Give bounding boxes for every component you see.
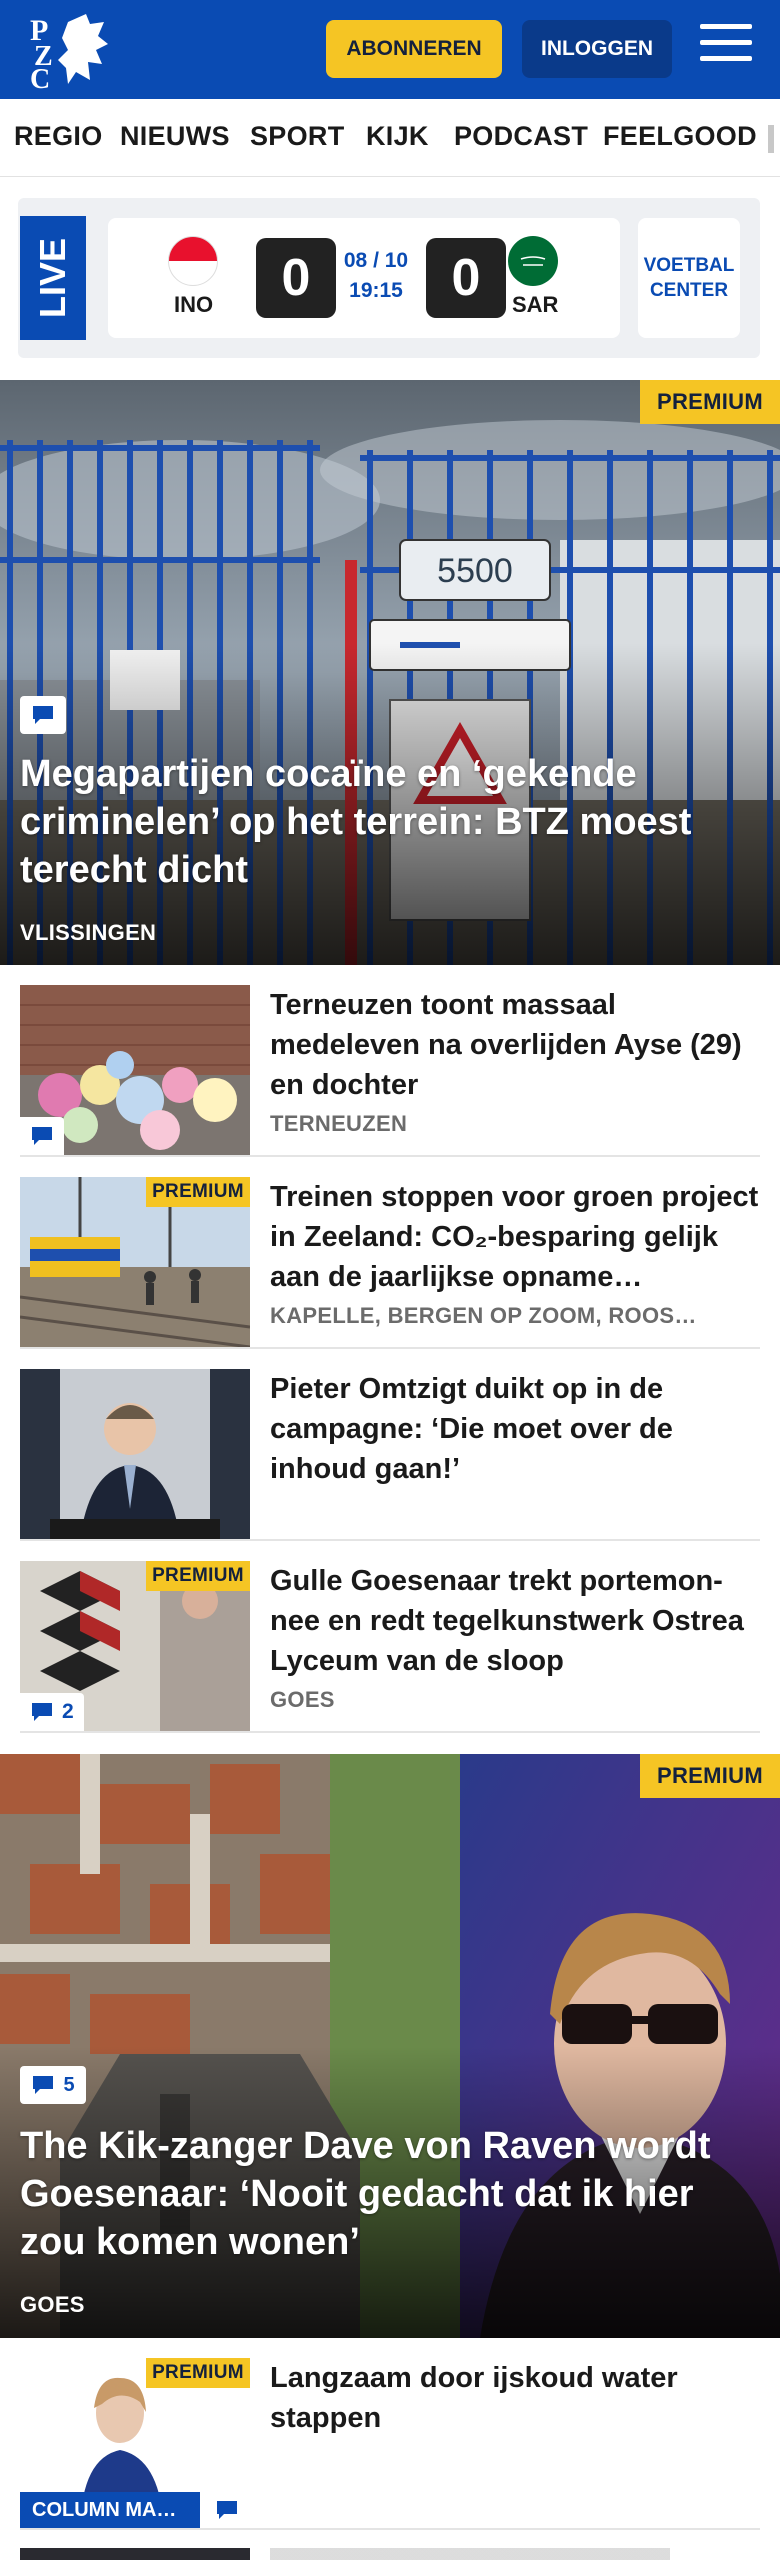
home-score: 0	[256, 238, 336, 318]
nav-item-sport[interactable]: SPORT	[250, 121, 345, 152]
next-article-partial	[270, 2548, 690, 2560]
comment-icon	[33, 2076, 54, 2094]
premium-badge: PREMIUM	[640, 1754, 780, 1798]
voetbal-center-link[interactable]: VOETBAL CENTER	[638, 218, 740, 338]
premium-badge: PREMIUM	[146, 1561, 250, 1591]
comment-count: 2	[62, 1700, 74, 1723]
section-nav: REGIO NIEUWS SPORT KIJK PODCAST FEELGOOD	[0, 99, 780, 177]
hamburger-menu-icon[interactable]	[700, 24, 752, 72]
article-row[interactable]: Pieter Omtzigt duikt op in de campagne: …	[20, 1369, 760, 1541]
premium-badge: PREMIUM	[146, 2358, 250, 2388]
lead-article-location: VLISSINGEN	[20, 920, 157, 945]
home-team: INO	[174, 292, 214, 317]
comment-icon	[32, 1703, 52, 1721]
svg-text:C: C	[30, 64, 50, 90]
article-row[interactable]: PREMIUM Treinen stoppen voor groen proje…	[20, 1177, 760, 1349]
article-location: GOES	[270, 1687, 335, 1712]
subscribe-button[interactable]: ABONNEREN	[326, 20, 502, 78]
live-label: LIVE	[20, 216, 86, 340]
article-title[interactable]: Treinen stoppen voor groen project in Ze…	[270, 1177, 760, 1297]
login-button[interactable]: INLOGGEN	[522, 20, 672, 78]
article-thumbnail	[20, 1369, 250, 1539]
pzc-logo[interactable]: P Z C	[28, 10, 112, 95]
comment-icon	[33, 706, 53, 724]
voetbal-center-line2: CENTER	[649, 280, 729, 301]
article-location: KAPELLE, BERGEN OP ZOOM, ROOS…	[270, 1303, 697, 1328]
article-title[interactable]: Gulle Goesenaar trekt portemon­nee en re…	[270, 1561, 760, 1681]
voetbal-center-line1: VOETBAL	[643, 255, 735, 276]
match-time: 19:15	[349, 279, 403, 302]
feature-article[interactable]: PREMIUM 5 The Kik-zanger Dave von Raven …	[0, 1754, 780, 2338]
comment-badge[interactable]	[20, 1117, 64, 1155]
away-score: 0	[426, 238, 506, 318]
article-title[interactable]: Terneuzen toont massaal medeleven na ove…	[270, 985, 760, 1105]
site-header: P Z C ABONNEREN INLOGGEN	[0, 0, 780, 99]
article-title[interactable]: Langzaam door ijskoud water stappen	[270, 2358, 760, 2438]
nav-item-kijk[interactable]: KIJK	[366, 121, 429, 152]
article-thumbnail: PREMIUM 2	[20, 1561, 250, 1731]
premium-badge: PREMIUM	[146, 1177, 250, 1207]
feature-article-location: GOES	[20, 2292, 85, 2317]
comment-badge[interactable]	[20, 696, 66, 734]
comment-badge[interactable]: 2	[20, 1693, 84, 1731]
match-date: 08 / 10	[343, 249, 409, 272]
nav-item-nieuws[interactable]: NIEUWS	[120, 121, 230, 152]
column-thumbnail: PREMIUM COLUMN MA…	[20, 2358, 250, 2528]
column-article-row[interactable]: PREMIUM COLUMN MA… Langzaam door ijskoud…	[20, 2358, 760, 2530]
next-article-thumbnail-partial	[20, 2548, 250, 2560]
nav-item-feelgood[interactable]: FEELGOOD	[603, 121, 757, 152]
live-score-widget: LIVE INO 0 08 / 10 19:15 0 SAR VOETBAL C…	[18, 198, 760, 358]
nav-item-regio[interactable]: REGIO	[14, 121, 103, 152]
away-team: SAR	[512, 292, 559, 317]
saudi-arabia-flag-icon	[508, 236, 558, 286]
article-row[interactable]: Terneuzen toont massaal medeleven na ove…	[20, 985, 760, 1157]
indonesia-flag-icon	[168, 236, 218, 286]
feature-article-title[interactable]: The Kik-zanger Dave von Raven wordt Goes…	[20, 2122, 760, 2266]
nav-item-podcast[interactable]: PODCAST	[454, 121, 588, 152]
comment-count: 5	[63, 2073, 75, 2096]
match-datetime: 08 / 10 19:15	[336, 246, 416, 306]
premium-badge: PREMIUM	[640, 380, 780, 424]
comment-icon	[32, 1127, 52, 1145]
page: P Z C ABONNEREN INLOGGEN REGIO NIEUWS SP…	[0, 0, 780, 2560]
comment-icon	[217, 2501, 237, 2519]
match-card[interactable]: INO 0 08 / 10 19:15 0 SAR	[108, 218, 620, 338]
article-thumbnail	[20, 985, 250, 1155]
comment-badge[interactable]	[204, 2492, 250, 2528]
article-title[interactable]: Pieter Omtzigt duikt op in de campagne: …	[270, 1369, 760, 1489]
lead-article[interactable]: 5500 PREMIUM Megapartijen cocaïne en ‘ge…	[0, 380, 780, 965]
article-location: TERNEUZEN	[270, 1111, 408, 1136]
nav-overflow-indicator	[768, 125, 774, 153]
article-thumbnail: PREMIUM	[20, 1177, 250, 1347]
column-author-label: COLUMN MA…	[20, 2492, 200, 2528]
lead-article-title[interactable]: Megapartijen cocaïne en ‘gekende crimine…	[20, 750, 760, 894]
comment-badge[interactable]: 5	[20, 2066, 86, 2104]
article-row[interactable]: PREMIUM 2 Gulle Goesenaar trekt portemon…	[20, 1561, 760, 1733]
